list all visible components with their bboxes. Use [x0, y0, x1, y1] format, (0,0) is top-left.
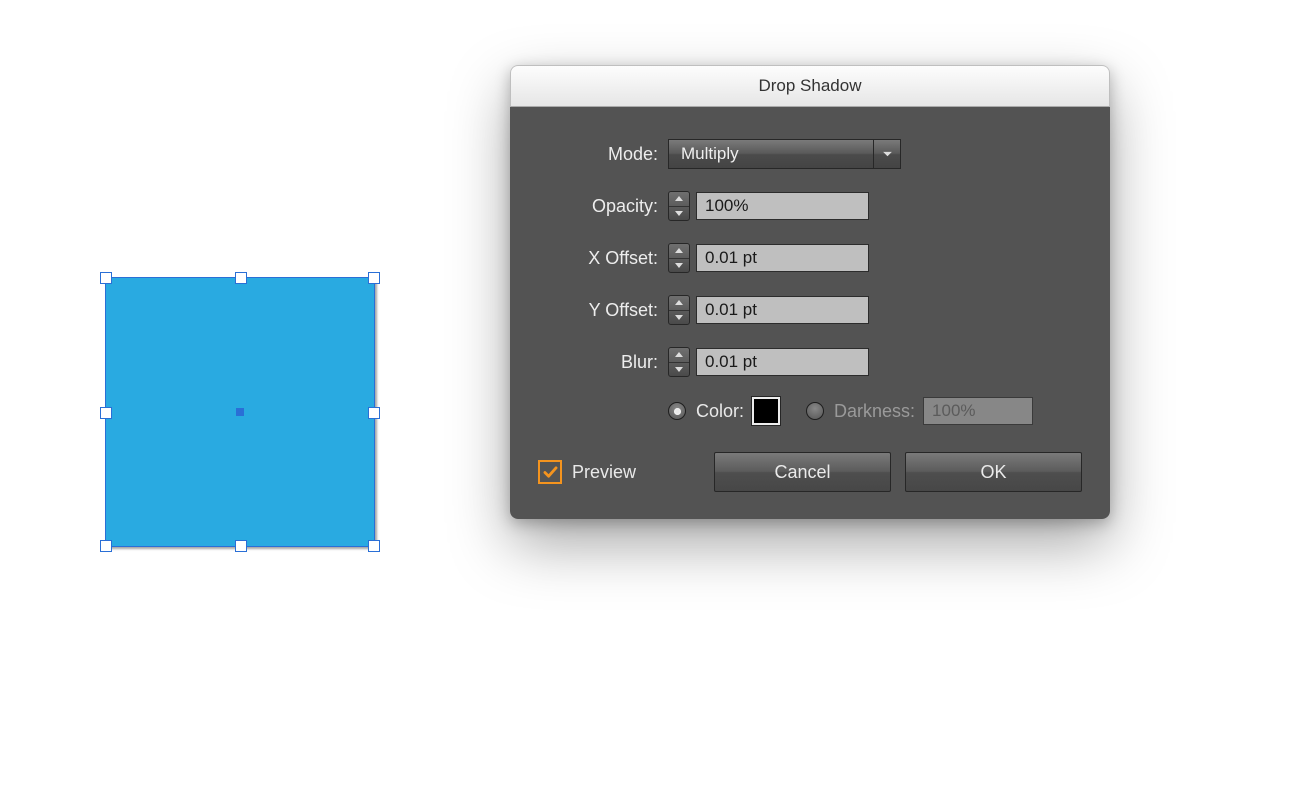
mode-dropdown[interactable]: Multiply: [668, 139, 901, 169]
label-xoffset: X Offset:: [538, 248, 658, 269]
triangle-up-icon: [675, 248, 683, 253]
row-xoffset: X Offset: 0.01 pt: [538, 241, 1082, 275]
xoffset-stepper[interactable]: [668, 243, 690, 273]
row-mode: Mode: Multiply: [538, 137, 1082, 171]
row-opacity: Opacity: 100%: [538, 189, 1082, 223]
label-mode: Mode:: [538, 144, 658, 165]
triangle-up-icon: [675, 196, 683, 201]
canvas-selected-shape[interactable]: [105, 277, 375, 547]
triangle-down-icon: [675, 315, 683, 320]
label-opacity: Opacity:: [538, 196, 658, 217]
label-blur: Blur:: [538, 352, 658, 373]
color-radio[interactable]: [668, 402, 686, 420]
drop-shadow-dialog: Drop Shadow Mode: Multiply Opacity:: [510, 65, 1110, 519]
darkness-radio[interactable]: [806, 402, 824, 420]
check-icon: [543, 466, 558, 479]
xoffset-field[interactable]: 0.01 pt: [696, 244, 869, 272]
mode-dropdown-value: Multiply: [669, 140, 874, 168]
row-color-darkness: Color: Darkness: 100%: [668, 397, 1082, 425]
preview-checkbox[interactable]: [538, 460, 562, 484]
label-darkness: Darkness:: [834, 401, 915, 422]
triangle-up-icon: [675, 352, 683, 357]
opacity-stepper[interactable]: [668, 191, 690, 221]
label-color: Color:: [696, 401, 744, 422]
triangle-down-icon: [675, 211, 683, 216]
darkness-field: 100%: [923, 397, 1033, 425]
dialog-footer: Preview Cancel OK: [538, 451, 1082, 493]
xoffset-step-up[interactable]: [669, 244, 689, 259]
blur-step-down[interactable]: [669, 363, 689, 377]
blur-field[interactable]: 0.01 pt: [696, 348, 869, 376]
opacity-step-up[interactable]: [669, 192, 689, 207]
color-swatch[interactable]: [752, 397, 780, 425]
cancel-button[interactable]: Cancel: [714, 452, 891, 492]
preview-checkbox-wrap[interactable]: Preview: [538, 460, 636, 484]
dialog-body: Mode: Multiply Opacity: 100%: [510, 107, 1110, 519]
selection-center-point: [236, 408, 244, 416]
yoffset-stepper[interactable]: [668, 295, 690, 325]
ok-button[interactable]: OK: [905, 452, 1082, 492]
opacity-field[interactable]: 100%: [696, 192, 869, 220]
yoffset-field[interactable]: 0.01 pt: [696, 296, 869, 324]
triangle-up-icon: [675, 300, 683, 305]
opacity-step-down[interactable]: [669, 207, 689, 221]
yoffset-step-down[interactable]: [669, 311, 689, 325]
xoffset-step-down[interactable]: [669, 259, 689, 273]
blur-stepper[interactable]: [668, 347, 690, 377]
row-yoffset: Y Offset: 0.01 pt: [538, 293, 1082, 327]
yoffset-step-up[interactable]: [669, 296, 689, 311]
label-preview: Preview: [572, 462, 636, 483]
blur-step-up[interactable]: [669, 348, 689, 363]
triangle-down-icon: [675, 263, 683, 268]
row-blur: Blur: 0.01 pt: [538, 345, 1082, 379]
dialog-title-bar[interactable]: Drop Shadow: [510, 65, 1110, 107]
mode-dropdown-arrow: [874, 140, 900, 168]
dialog-title: Drop Shadow: [758, 76, 861, 96]
label-yoffset: Y Offset:: [538, 300, 658, 321]
triangle-down-icon: [675, 367, 683, 372]
